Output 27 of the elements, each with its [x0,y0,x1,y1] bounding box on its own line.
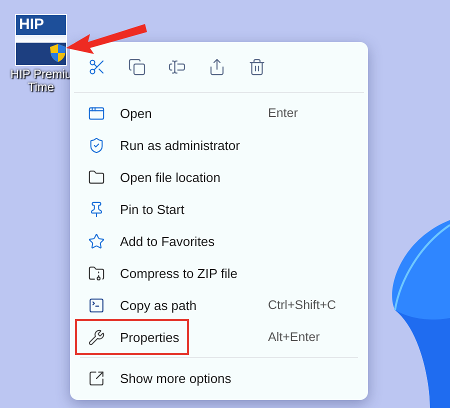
menu-item[interactable]: Properties Alt+Enter [74,321,364,353]
expand-icon [88,370,106,386]
icon-label: Time [28,81,54,94]
scissors-icon [88,58,106,76]
menu-item[interactable]: Run as administrator [74,129,364,161]
item-icon [88,168,106,186]
menu-item[interactable]: Compress to ZIP file [74,257,364,289]
menu-item[interactable]: Open file location [74,161,364,193]
menu-item[interactable]: Open Enter [74,97,364,129]
item-icon [88,328,106,346]
menu-item[interactable]: Copy as path Ctrl+Shift+C [74,289,364,321]
text-cursor-icon [168,58,186,76]
shortcut-text: Alt+Enter [268,330,321,344]
item-icon [88,232,106,250]
item-icon [88,264,106,282]
shortcut-text: Ctrl+Shift+C [268,298,338,312]
copy-icon [128,58,146,76]
menu-item[interactable]: Show more options [74,362,364,394]
item-icon [88,104,106,122]
icon-label: HIP Premiu [10,68,72,81]
shortcut-text: Enter [268,106,299,120]
item-icon [88,296,106,314]
app-icon[interactable]: HIP [15,14,67,66]
menu-item[interactable]: Add to Favorites [74,225,364,257]
menu-item[interactable]: Pin to Start [74,193,364,225]
trash-icon [248,58,266,76]
share-icon [208,58,226,76]
